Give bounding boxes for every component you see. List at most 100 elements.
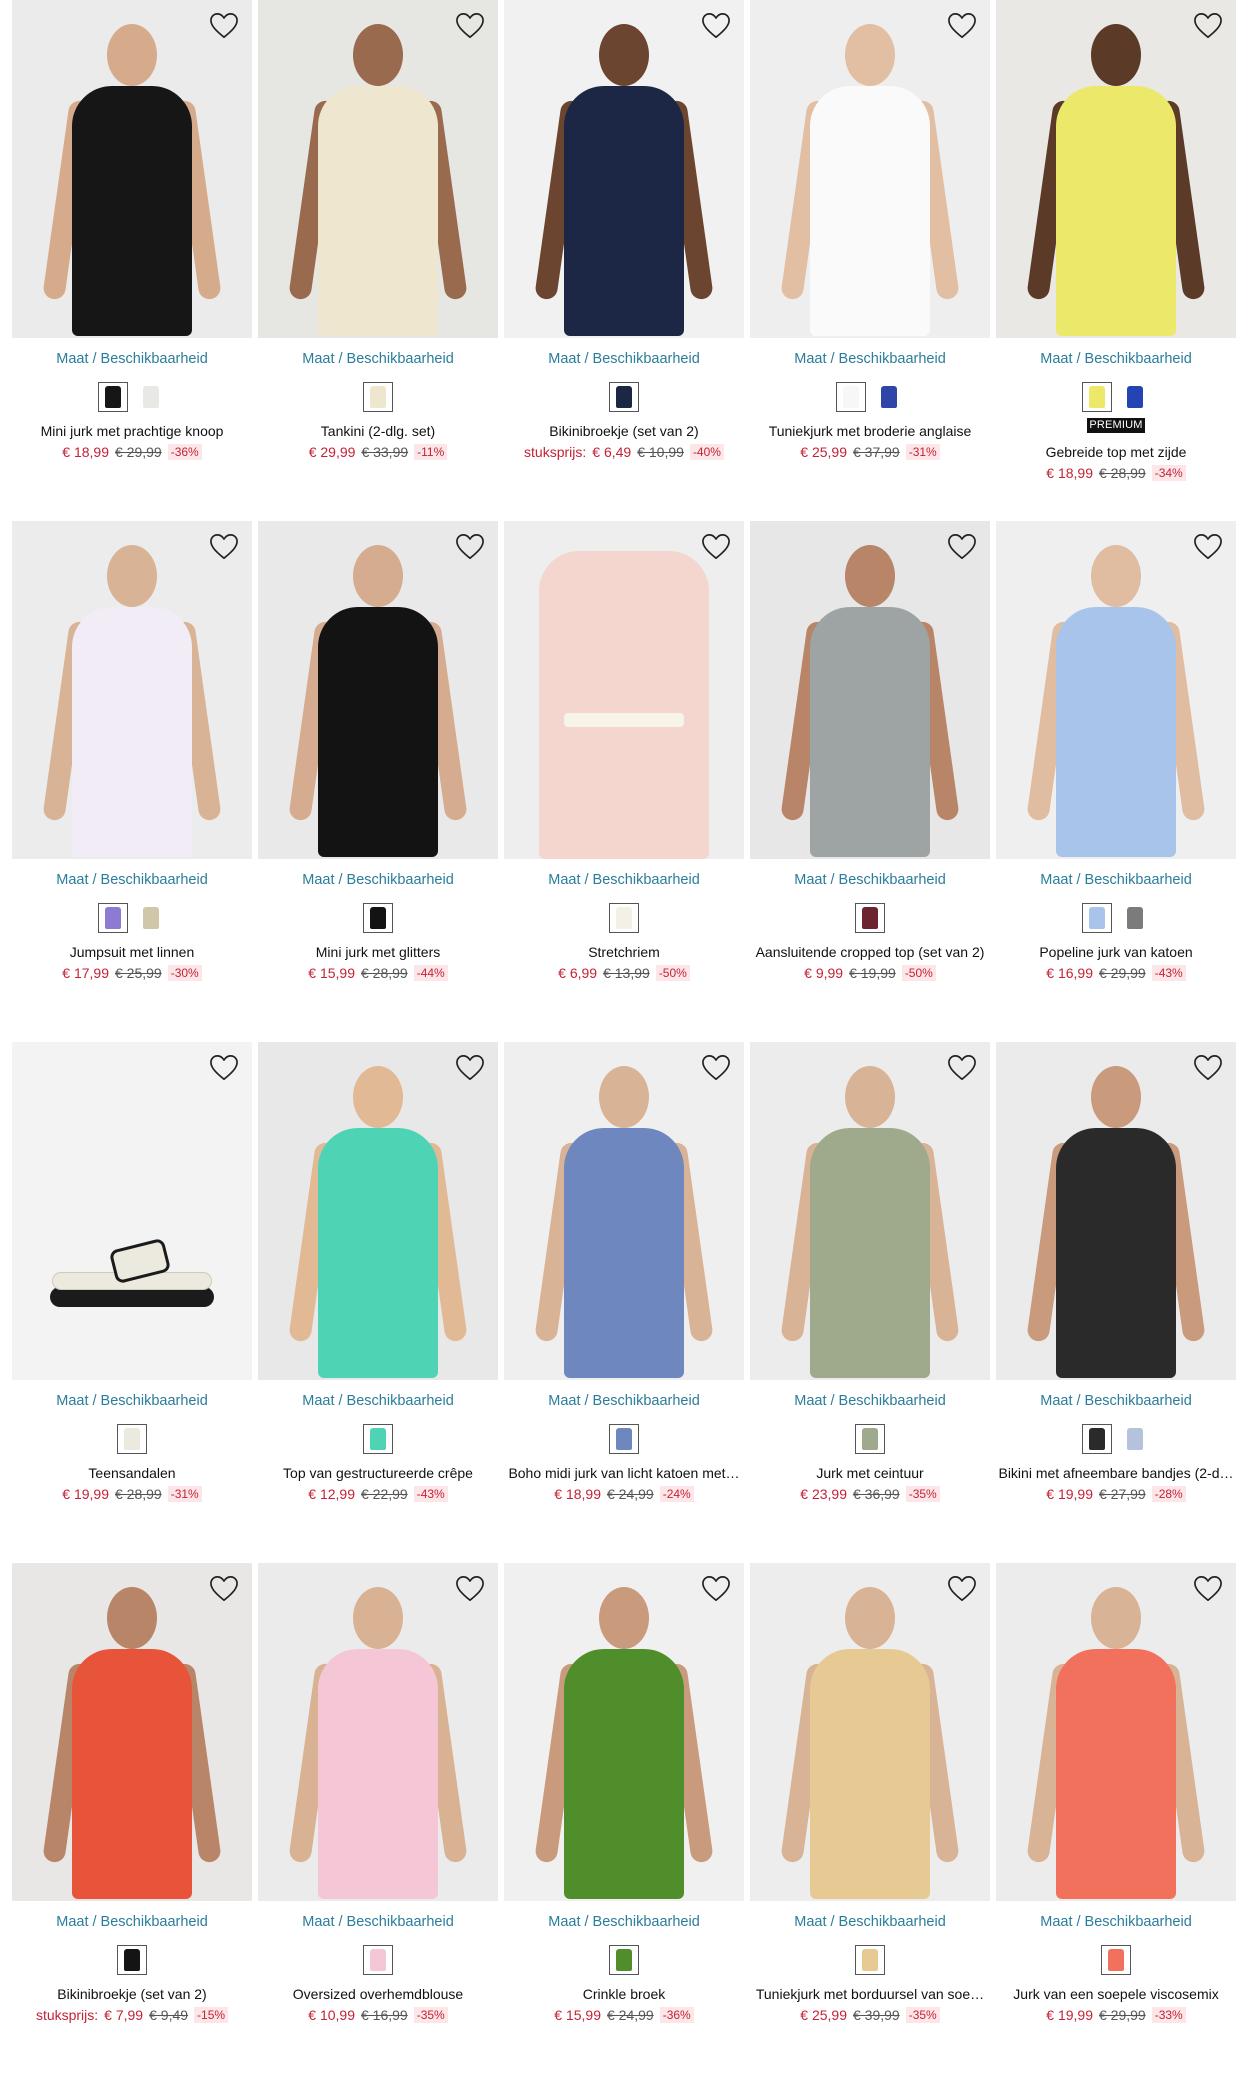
product-image[interactable] [750, 521, 990, 859]
wishlist-heart-icon[interactable] [454, 1052, 486, 1084]
wishlist-heart-icon[interactable] [700, 1573, 732, 1605]
product-card[interactable]: Maat / Beschikbaarheid PREMIUM Gebreide to… [996, 0, 1236, 521]
color-swatch[interactable] [136, 903, 166, 933]
product-card[interactable]: Maat / Beschikbaarheid Oversized overhemd… [258, 1563, 498, 2084]
size-availability-link[interactable]: Maat / Beschikbaarheid [258, 1392, 498, 1410]
wishlist-heart-icon[interactable] [1192, 531, 1224, 563]
size-availability-link[interactable]: Maat / Beschikbaarheid [996, 1392, 1236, 1410]
size-availability-link[interactable]: Maat / Beschikbaarheid [996, 871, 1236, 889]
product-card[interactable]: Maat / Beschikbaarheid Jurk met ceintuur €… [750, 1042, 990, 1563]
product-card[interactable]: Maat / Beschikbaarheid Top van gestructur… [258, 1042, 498, 1563]
wishlist-heart-icon[interactable] [700, 531, 732, 563]
product-card[interactable]: Maat / Beschikbaarheid Jumpsuit met linne… [12, 521, 252, 1042]
size-availability-link[interactable]: Maat / Beschikbaarheid [258, 871, 498, 889]
product-title[interactable]: Stretchriem [504, 943, 744, 961]
product-card[interactable]: Maat / Beschikbaarheid Teensandalen € 19,9… [12, 1042, 252, 1563]
product-title[interactable]: Teensandalen [12, 1464, 252, 1482]
product-title[interactable]: Crinkle broek [504, 1985, 744, 2003]
color-swatch[interactable] [609, 1945, 639, 1975]
product-title[interactable]: Mini jurk met prachtige knoop [12, 422, 252, 440]
wishlist-heart-icon[interactable] [208, 10, 240, 42]
product-image[interactable] [12, 1042, 252, 1380]
product-title[interactable]: Jurk met ceintuur [750, 1464, 990, 1482]
product-title[interactable]: Bikini met afneembare bandjes (2-d… [996, 1464, 1236, 1482]
color-swatch[interactable] [874, 382, 904, 412]
color-swatch[interactable] [855, 1945, 885, 1975]
size-availability-link[interactable]: Maat / Beschikbaarheid [504, 871, 744, 889]
wishlist-heart-icon[interactable] [1192, 10, 1224, 42]
product-card[interactable]: Maat / Beschikbaarheid Boho midi jurk van… [504, 1042, 744, 1563]
size-availability-link[interactable]: Maat / Beschikbaarheid [258, 350, 498, 368]
size-availability-link[interactable]: Maat / Beschikbaarheid [750, 350, 990, 368]
color-swatch[interactable] [1082, 1424, 1112, 1454]
wishlist-heart-icon[interactable] [454, 1573, 486, 1605]
product-card[interactable]: Maat / Beschikbaarheid Mini jurk met glit… [258, 521, 498, 1042]
product-card[interactable]: Maat / Beschikbaarheid Bikini met afneemb… [996, 1042, 1236, 1563]
product-image[interactable] [258, 1042, 498, 1380]
product-image[interactable] [996, 0, 1236, 338]
product-title[interactable]: Popeline jurk van katoen [996, 943, 1236, 961]
color-swatch[interactable] [363, 382, 393, 412]
product-image[interactable] [12, 521, 252, 859]
product-card[interactable]: Maat / Beschikbaarheid Tankini (2-dlg. se… [258, 0, 498, 521]
color-swatch[interactable] [1120, 1424, 1150, 1454]
product-image[interactable] [12, 0, 252, 338]
product-card[interactable]: Maat / Beschikbaarheid Popeline jurk van … [996, 521, 1236, 1042]
product-card[interactable]: Maat / Beschikbaarheid Bikinibroekje (set… [12, 1563, 252, 2084]
wishlist-heart-icon[interactable] [1192, 1573, 1224, 1605]
product-title[interactable]: Jumpsuit met linnen [12, 943, 252, 961]
product-title[interactable]: Tuniekjurk met broderie anglaise [750, 422, 990, 440]
color-swatch[interactable] [98, 903, 128, 933]
color-swatch[interactable] [855, 1424, 885, 1454]
size-availability-link[interactable]: Maat / Beschikbaarheid [750, 1913, 990, 1931]
product-card[interactable]: Maat / Beschikbaarheid Tuniekjurk met bor… [750, 1563, 990, 2084]
product-image[interactable] [258, 521, 498, 859]
color-swatch[interactable] [117, 1424, 147, 1454]
product-card[interactable]: Maat / Beschikbaarheid Jurk van een soepe… [996, 1563, 1236, 2084]
color-swatch[interactable] [117, 1945, 147, 1975]
color-swatch[interactable] [136, 382, 166, 412]
product-card[interactable]: Maat / Beschikbaarheid Aansluitende cropp… [750, 521, 990, 1042]
size-availability-link[interactable]: Maat / Beschikbaarheid [12, 1392, 252, 1410]
wishlist-heart-icon[interactable] [946, 10, 978, 42]
product-image[interactable] [996, 521, 1236, 859]
product-image[interactable] [750, 1042, 990, 1380]
product-image[interactable] [258, 1563, 498, 1901]
wishlist-heart-icon[interactable] [946, 1573, 978, 1605]
product-image[interactable] [750, 0, 990, 338]
product-title[interactable]: Boho midi jurk van licht katoen met… [504, 1464, 744, 1482]
color-swatch[interactable] [363, 1945, 393, 1975]
wishlist-heart-icon[interactable] [946, 531, 978, 563]
product-title[interactable]: Gebreide top met zijde [996, 443, 1236, 461]
size-availability-link[interactable]: Maat / Beschikbaarheid [750, 1392, 990, 1410]
product-title[interactable]: Jurk van een soepele viscosemix [996, 1985, 1236, 2003]
product-title[interactable]: Mini jurk met glitters [258, 943, 498, 961]
product-image[interactable] [996, 1042, 1236, 1380]
size-availability-link[interactable]: Maat / Beschikbaarheid [12, 871, 252, 889]
product-title[interactable]: Bikinibroekje (set van 2) [12, 1985, 252, 2003]
size-availability-link[interactable]: Maat / Beschikbaarheid [504, 350, 744, 368]
wishlist-heart-icon[interactable] [454, 10, 486, 42]
color-swatch[interactable] [609, 1424, 639, 1454]
color-swatch[interactable] [1101, 1945, 1131, 1975]
wishlist-heart-icon[interactable] [208, 531, 240, 563]
color-swatch[interactable] [609, 903, 639, 933]
color-swatch[interactable] [363, 1424, 393, 1454]
product-image[interactable] [504, 521, 744, 859]
wishlist-heart-icon[interactable] [208, 1573, 240, 1605]
size-availability-link[interactable]: Maat / Beschikbaarheid [504, 1392, 744, 1410]
color-swatch[interactable] [363, 903, 393, 933]
color-swatch[interactable] [1120, 903, 1150, 933]
product-image[interactable] [996, 1563, 1236, 1901]
color-swatch[interactable] [1082, 903, 1112, 933]
product-title[interactable]: Tuniekjurk met borduursel van soe… [750, 1985, 990, 2003]
color-swatch[interactable] [98, 382, 128, 412]
color-swatch[interactable] [1120, 382, 1150, 412]
size-availability-link[interactable]: Maat / Beschikbaarheid [12, 350, 252, 368]
size-availability-link[interactable]: Maat / Beschikbaarheid [996, 1913, 1236, 1931]
size-availability-link[interactable]: Maat / Beschikbaarheid [750, 871, 990, 889]
product-image[interactable] [504, 1563, 744, 1901]
size-availability-link[interactable]: Maat / Beschikbaarheid [504, 1913, 744, 1931]
product-card[interactable]: Maat / Beschikbaarheid Bikinibroekje (set… [504, 0, 744, 521]
product-image[interactable] [504, 1042, 744, 1380]
